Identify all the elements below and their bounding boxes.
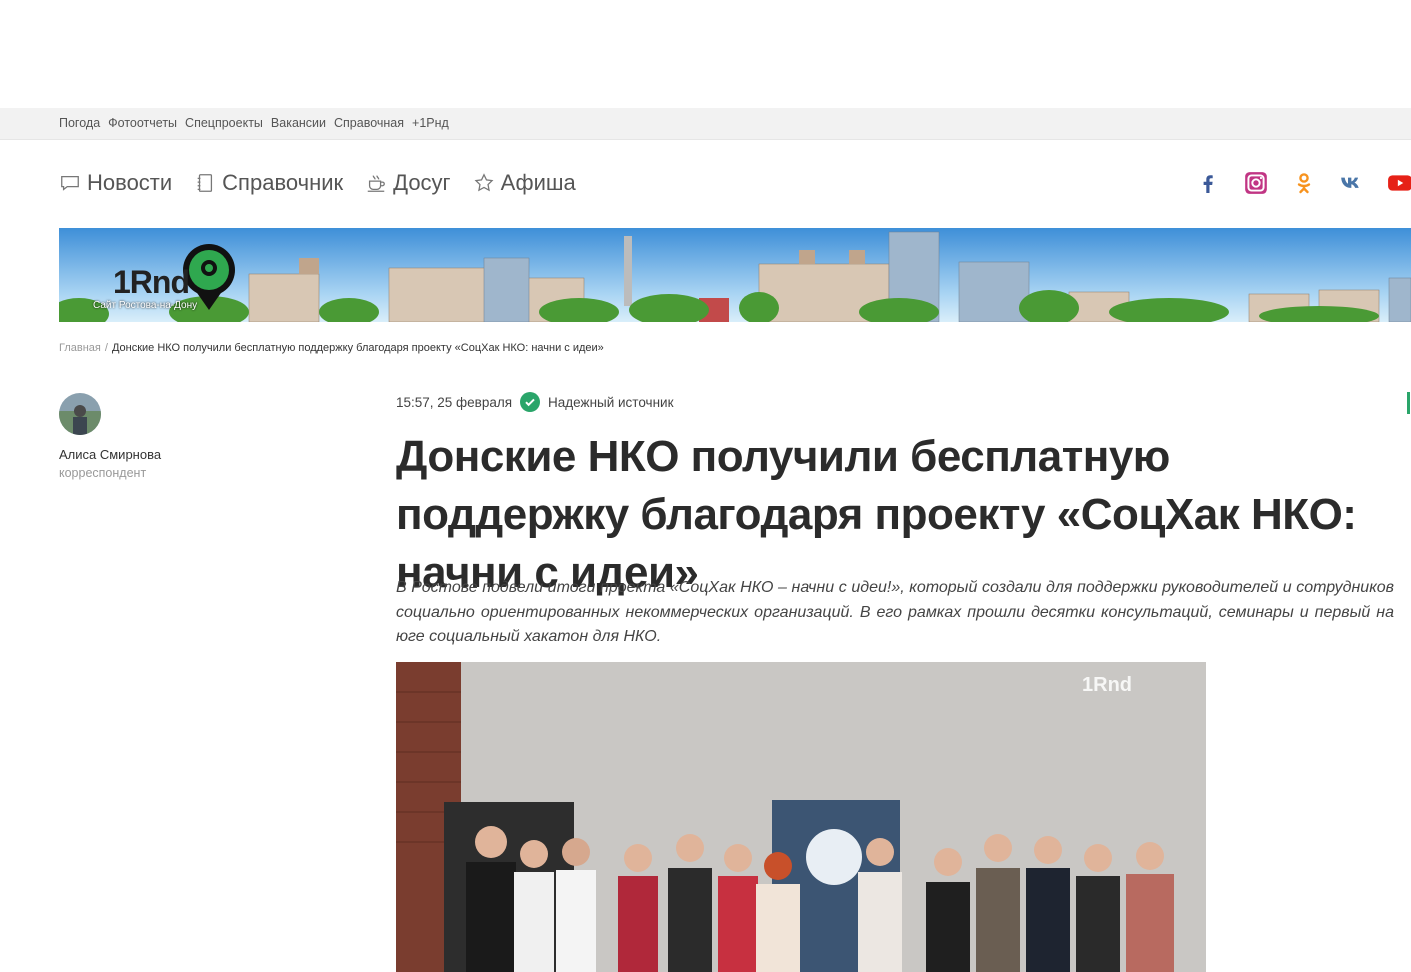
trusted-source-badge: Надежный источник: [548, 394, 674, 410]
article-time: 15:57, 25 февраля: [396, 394, 513, 410]
article-lead: В Ростове подвели итоги проекта «СоцХак …: [396, 579, 1394, 645]
breadcrumb-separator: /: [104, 342, 108, 354]
site-banner[interactable]: 1Rnd Сайт Ростова-на-Дону: [59, 228, 1411, 322]
star-icon: [474, 173, 494, 192]
main-navigation: Новости Справочник Досуг Афиша: [59, 170, 576, 196]
topbar-link-specprojects[interactable]: Спецпроекты: [185, 116, 263, 130]
nav-item-label: Новости: [87, 170, 173, 195]
author-role: корреспондент: [59, 466, 147, 480]
city-panorama-image: [59, 228, 1411, 322]
breadcrumb-home[interactable]: Главная: [59, 342, 101, 354]
nav-item-label: Досуг: [393, 170, 451, 195]
topbar-link-plus1rnd[interactable]: +1Рнд: [412, 116, 449, 130]
breadcrumb: Главная / Донские НКО получили бесплатну…: [59, 342, 604, 354]
vk-icon[interactable]: [1339, 170, 1365, 196]
site-logo[interactable]: 1Rnd: [113, 264, 190, 301]
nav-item-directory[interactable]: Справочник: [194, 170, 343, 196]
facebook-icon[interactable]: [1195, 170, 1221, 196]
check-circle-icon: [520, 392, 541, 412]
site-tagline: Сайт Ростова-на-Дону: [93, 300, 198, 311]
topbar-link-photoreports[interactable]: Фотоотчеты: [108, 116, 177, 130]
topbar-links: Погода Фотоотчеты Спецпроекты Вакансии С…: [59, 116, 449, 130]
nav-item-news[interactable]: Новости: [59, 170, 172, 196]
author-avatar[interactable]: [59, 393, 101, 435]
nav-item-leisure[interactable]: Досуг: [365, 170, 451, 196]
breadcrumb-current: Донские НКО получили бесплатную поддержк…: [111, 342, 604, 354]
speech-bubble-icon: [61, 175, 79, 191]
nav-item-label: Справочник: [222, 170, 344, 195]
odnoklassniki-icon[interactable]: [1291, 170, 1317, 196]
article-photo[interactable]: 1Rnd: [396, 662, 1206, 972]
notebook-icon: [197, 174, 213, 192]
instagram-icon[interactable]: [1243, 170, 1269, 196]
nav-item-label: Афиша: [500, 170, 576, 195]
topbar-link-directory[interactable]: Справочная: [334, 116, 404, 130]
article-meta: 15:57, 25 февраля Надежный источник: [396, 392, 674, 412]
coffee-cup-icon: [367, 175, 386, 192]
topbar: Погода Фотоотчеты Спецпроекты Вакансии С…: [0, 108, 1411, 140]
edge-accent: [1407, 392, 1410, 414]
topbar-link-weather[interactable]: Погода: [59, 116, 100, 130]
author-name[interactable]: Алиса Смирнова: [59, 447, 161, 462]
social-links: [1195, 170, 1411, 196]
topbar-link-vacancies[interactable]: Вакансии: [271, 116, 326, 130]
photo-watermark: 1Rnd: [1082, 674, 1132, 696]
nav-item-events[interactable]: Афиша: [473, 170, 576, 196]
youtube-icon[interactable]: [1387, 170, 1411, 196]
